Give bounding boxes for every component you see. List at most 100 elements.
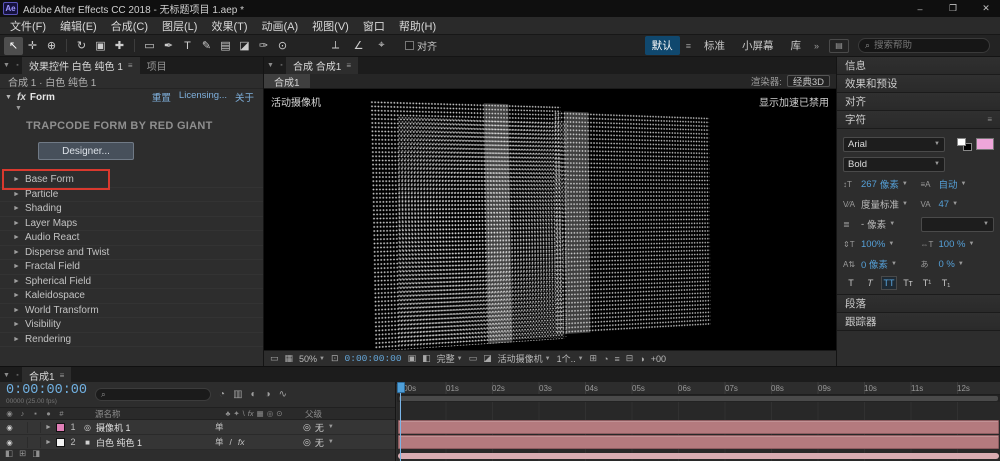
group-shading[interactable]: ►Shading xyxy=(0,202,263,217)
motion-blur-icon[interactable]: ◑ xyxy=(265,389,271,400)
magnification-dropdown[interactable]: 50%▼ xyxy=(299,354,325,364)
small-caps-button[interactable]: Tᴛ xyxy=(900,276,916,290)
workspace-menu-icon[interactable]: ≡ xyxy=(683,41,694,51)
baseline-shift-field[interactable]: A⇅0 像素▼ xyxy=(843,257,917,271)
expand-render-icon[interactable]: ⊞ xyxy=(19,448,26,459)
info-panel-header[interactable]: 信息 xyxy=(837,57,1000,75)
kerning-select[interactable]: V⁄A度量标准▼ xyxy=(843,197,917,211)
minimize-button[interactable]: – xyxy=(906,0,934,17)
character-panel-header[interactable]: 字符≡ xyxy=(837,111,1000,129)
puppet-pin-tool[interactable]: ⊙ xyxy=(273,37,292,55)
composition-viewport[interactable]: 活动摄像机 显示加速已禁用 xyxy=(264,89,836,350)
always-preview-icon[interactable]: ▭ xyxy=(270,353,279,364)
menu-help[interactable]: 帮助(H) xyxy=(392,18,443,34)
layer-parent-dropdown[interactable]: ◎ 无 ▼ xyxy=(299,436,391,449)
workspace-default[interactable]: 默认 xyxy=(645,36,680,55)
current-time-indicator-handle[interactable] xyxy=(397,382,405,393)
layer-name[interactable]: 白色 纯色 1 xyxy=(96,436,209,449)
local-axis-mode-icon[interactable]: ⟂ xyxy=(326,37,345,55)
menu-animation[interactable]: 动画(A) xyxy=(255,18,306,34)
panel-chevron-icon[interactable]: ▼ xyxy=(264,57,277,74)
group-base-form[interactable]: ►Base Form xyxy=(0,173,263,188)
resolution-dropdown[interactable]: 完整▼ xyxy=(437,352,463,365)
paragraph-panel-header[interactable]: 段落 xyxy=(837,295,1000,313)
workspace-overflow-icon[interactable]: » xyxy=(811,41,822,51)
effects-presets-panel-header[interactable]: 效果和预设 xyxy=(837,75,1000,93)
workspace-standard[interactable]: 标准 xyxy=(697,36,732,55)
expand-transfer-icon[interactable]: ◨ xyxy=(32,448,40,459)
group-rendering[interactable]: ►Rendering xyxy=(0,333,263,348)
timeline-search-box[interactable]: ⌕ xyxy=(95,388,211,401)
effect-reset-link[interactable]: 重置 xyxy=(152,90,171,104)
snapshot-icon[interactable]: ▣ xyxy=(408,353,417,364)
tracker-panel-header[interactable]: 跟踪器 xyxy=(837,313,1000,331)
parent-column-header[interactable]: 父级 xyxy=(299,408,391,420)
twirl-icon[interactable]: ► xyxy=(13,263,20,270)
menu-composition[interactable]: 合成(C) xyxy=(104,18,155,34)
workspace-small-screen[interactable]: 小屏幕 xyxy=(735,36,781,55)
current-time-display[interactable]: 0:00:00:00 xyxy=(6,384,87,398)
group-visibility[interactable]: ►Visibility xyxy=(0,318,263,333)
brush-tool[interactable]: ✎ xyxy=(197,37,216,55)
panel-menu-icon[interactable]: ≡ xyxy=(346,61,351,70)
effect-twirl-icon[interactable]: ▼ xyxy=(5,94,13,101)
lock-column-icon[interactable]: ▪ xyxy=(30,409,41,418)
group-layer-maps[interactable]: ►Layer Maps xyxy=(0,217,263,232)
menu-view[interactable]: 视图(V) xyxy=(305,18,356,34)
renderer-button[interactable]: 经典3D xyxy=(787,75,830,87)
layer-visibility-toggle[interactable]: ◉ xyxy=(4,438,15,447)
exposure-value[interactable]: +00 xyxy=(651,354,666,364)
grid-options-icon[interactable]: ▦ xyxy=(285,353,294,364)
selection-tool[interactable]: ↖ xyxy=(4,37,23,55)
camera-tool[interactable]: ▣ xyxy=(91,37,110,55)
work-area-bar[interactable] xyxy=(397,395,1000,402)
zoom-tool[interactable]: ⊕ xyxy=(42,37,61,55)
twirl-icon[interactable]: ► xyxy=(13,191,20,198)
designer-button[interactable]: Designer... xyxy=(38,142,134,160)
group-fractal-field[interactable]: ►Fractal Field xyxy=(0,260,263,275)
faux-bold-button[interactable]: T xyxy=(843,276,859,290)
subscript-button[interactable]: T₁ xyxy=(938,276,954,290)
vertical-scale-field[interactable]: ⇕T100%▼ xyxy=(843,239,917,250)
layer-label-chip[interactable] xyxy=(56,423,65,432)
twirl-icon[interactable]: ► xyxy=(13,249,20,256)
layer-duration-bar-camera[interactable] xyxy=(398,420,999,434)
flowchart-icon[interactable]: ⊟ xyxy=(626,353,634,364)
fast-previews-icon[interactable]: ◔ xyxy=(603,354,608,364)
twirl-icon[interactable]: ► xyxy=(13,336,20,343)
twirl-icon[interactable]: ► xyxy=(13,278,20,285)
effect-header-row[interactable]: ▼ fx Form 重置 Licensing... 关于 xyxy=(0,89,263,105)
panel-chevron-icon[interactable]: ▼ xyxy=(0,57,13,74)
exposure-icon[interactable]: ◑ xyxy=(639,354,644,364)
layer-row-solid[interactable]: ◉ ► 2 ■ 白色 纯色 1 单/fx ◎ 无 ▼ xyxy=(0,435,395,450)
view-layout-dropdown[interactable]: 1个..▼ xyxy=(557,352,584,365)
switches-column-header[interactable]: ♣✦\fx▦◎⊙ xyxy=(211,409,297,418)
world-axis-mode-icon[interactable]: ∠ xyxy=(349,37,368,55)
layer-lock-cell[interactable] xyxy=(30,437,41,448)
parent-pickwhip-icon[interactable]: ◎ xyxy=(303,437,311,448)
layer-switches[interactable]: 单/fx xyxy=(211,436,297,448)
transparency-grid-icon[interactable]: ◪ xyxy=(483,353,492,364)
sync-settings-icon[interactable]: ▤ xyxy=(829,39,849,53)
timeline-navigator[interactable] xyxy=(398,453,999,459)
timeline-jump-icon[interactable]: ≡ xyxy=(615,354,620,364)
region-of-interest-icon[interactable]: ▭ xyxy=(469,353,478,364)
timeline-track-area[interactable]: :00s 01s 02s 03s 04s 05s 06s 07s 08s 09s… xyxy=(397,382,1000,461)
layer-visibility-toggle[interactable]: ◉ xyxy=(4,423,15,432)
layer-audio-cell[interactable] xyxy=(17,437,28,448)
faux-italic-button[interactable]: T xyxy=(862,276,878,290)
expand-in-out-icon[interactable]: ◧ xyxy=(5,448,13,459)
channels-icon[interactable]: ◧ xyxy=(422,353,431,364)
parent-pickwhip-icon[interactable]: ◎ xyxy=(303,422,311,433)
view-axis-mode-icon[interactable]: ⌖ xyxy=(372,37,391,55)
menu-window[interactable]: 窗口 xyxy=(356,18,392,34)
layer-audio-cell[interactable] xyxy=(17,422,28,433)
effect-about-link[interactable]: 关于 xyxy=(235,90,254,104)
group-disperse-and-twist[interactable]: ►Disperse and Twist xyxy=(0,246,263,261)
eraser-tool[interactable]: ◪ xyxy=(235,37,254,55)
align-panel-header[interactable]: 对齐 xyxy=(837,93,1000,111)
layer-switches[interactable]: 单 xyxy=(211,421,297,433)
snapping-control[interactable]: 对齐 xyxy=(405,38,437,53)
tab-composition[interactable]: 合成 合成1 ≡ xyxy=(286,57,358,74)
time-ruler[interactable]: :00s 01s 02s 03s 04s 05s 06s 07s 08s 09s… xyxy=(397,382,1000,395)
